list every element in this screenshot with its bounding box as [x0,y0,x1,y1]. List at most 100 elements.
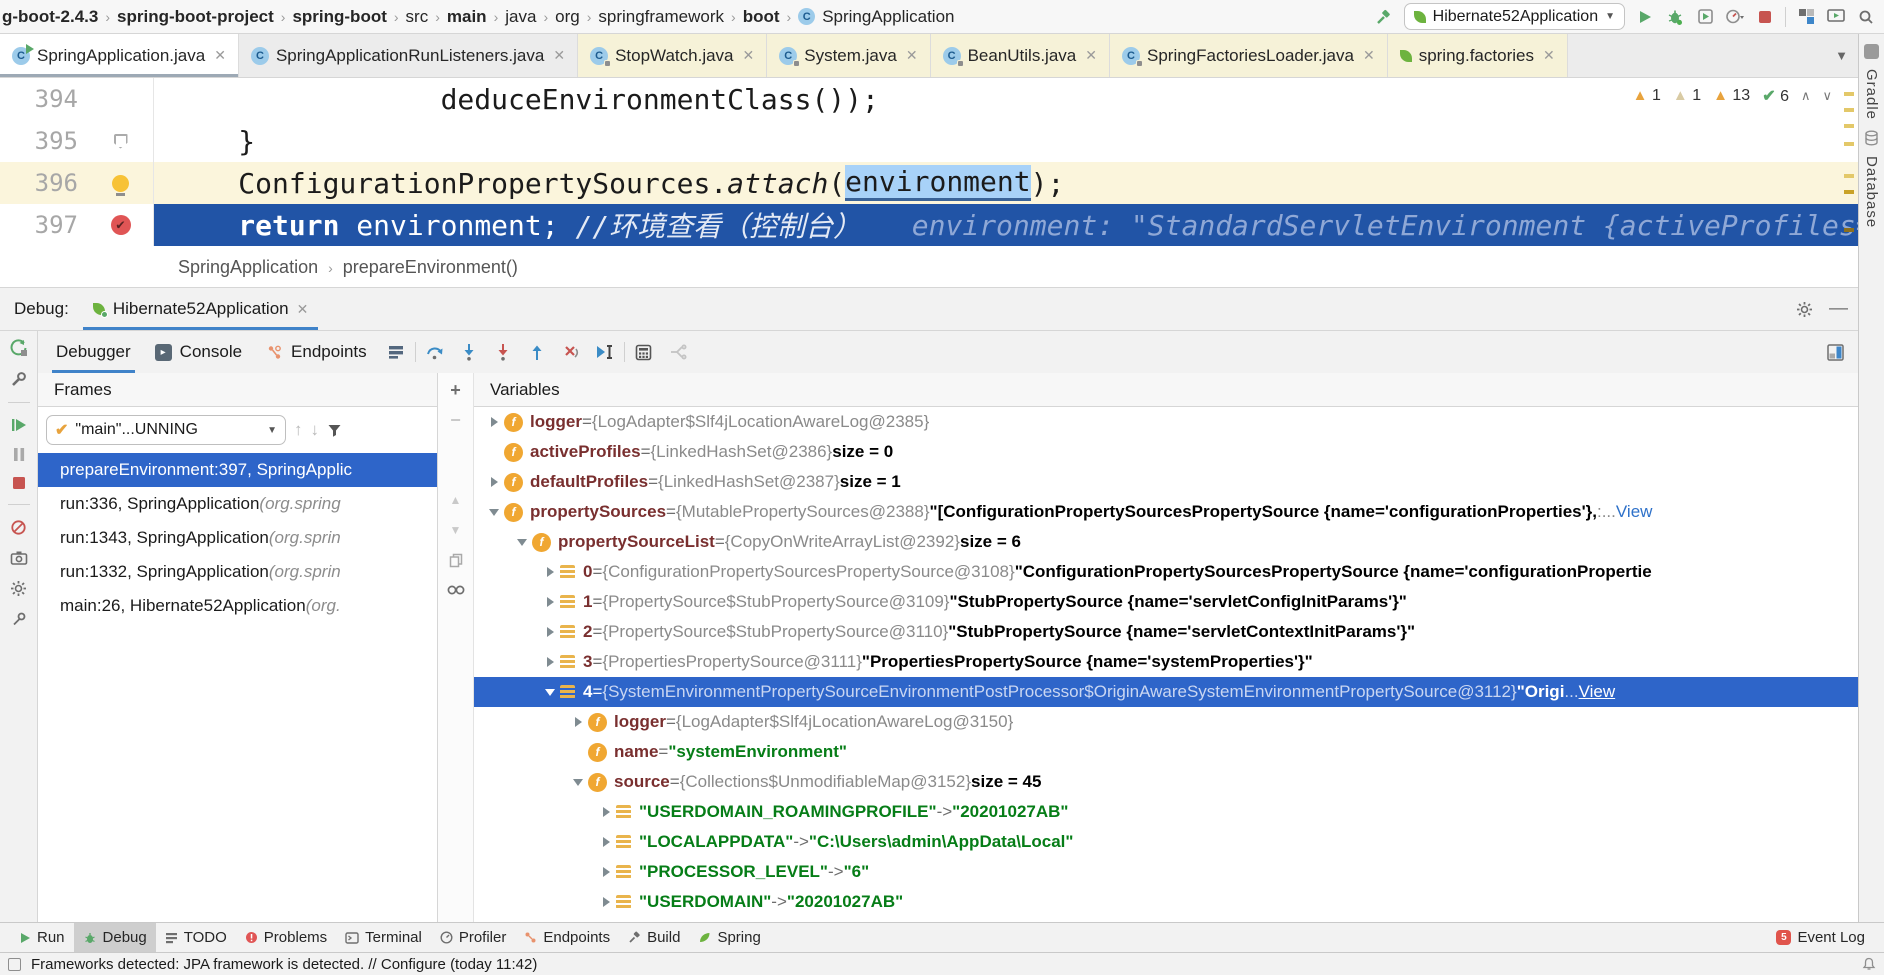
variable-row[interactable]: f propertySources = {MutablePropertySourc… [474,497,1858,527]
editor-tab[interactable]: C SpringApplicationRunListeners.java ✕ [239,34,579,77]
variable-row[interactable]: f logger = {LogAdapter$Slf4jLocationAware… [474,407,1858,437]
stop-button[interactable] [12,476,26,490]
step-into-button[interactable] [454,338,484,366]
breadcrumb-item[interactable]: SpringApplication [820,7,956,27]
toolwindow-button-database[interactable]: Database [1863,156,1880,228]
inspections-widget[interactable]: ▲ 1 ▲ 1 ▲ 13 ✔ 6 ∧ ∨ [1633,86,1832,106]
frame-row[interactable]: run:1332, SpringApplication (org.sprin [38,555,437,589]
frame-row[interactable]: main:26, Hibernate52Application (org. [38,589,437,623]
frame-row[interactable]: prepareEnvironment:397, SpringApplic [38,453,437,487]
breakpoint-icon[interactable]: ✔ [110,215,131,235]
breadcrumb-item[interactable]: spring-boot-project [115,7,276,27]
frame-row[interactable]: run:1343, SpringApplication (org.sprin [38,521,437,555]
breadcrumb-item[interactable]: main [445,7,489,27]
add-watch-icon[interactable]: + [450,381,461,399]
step-over-button[interactable] [420,338,450,366]
close-icon[interactable]: ✕ [743,47,755,64]
toolwindow-button-problems[interactable]: Problems [236,923,336,953]
gutter[interactable]: ✔ [88,204,154,246]
breadcrumb-item[interactable]: springframework [596,7,726,27]
gutter[interactable] [88,120,154,162]
tool-window-switcher-icon[interactable] [8,957,21,971]
breadcrumb-item[interactable]: java [503,7,538,27]
toolwindow-button-todo[interactable]: TODO [156,923,236,953]
variable-row[interactable]: f name = "systemEnvironment" [474,737,1858,767]
pin-icon[interactable] [11,611,27,627]
editor-tab[interactable]: C SpringFactoriesLoader.java ✕ [1109,34,1388,77]
duplicate-icon[interactable] [449,553,463,568]
editor-tab[interactable]: C System.java ✕ [767,34,931,77]
debug-session-tab[interactable]: Hibernate52Application ✕ [82,288,319,330]
settings-gear-icon[interactable] [10,580,27,597]
line-number[interactable]: 396 [0,169,88,197]
step-out-button[interactable] [522,338,552,366]
remove-watch-icon[interactable]: − [450,411,461,429]
code-editor[interactable]: 394 deduceEnvironmentClass()); 395 } 396 C… [0,78,1858,248]
toolwindow-button-profiler[interactable]: Profiler [431,923,516,953]
toolwindow-button-terminal[interactable]: Terminal [336,923,431,953]
chevron-collapsed-icon[interactable] [540,597,560,607]
close-icon[interactable]: ✕ [906,47,918,64]
variable-row[interactable]: 0 = {ConfigurationPropertySourcesPropert… [474,557,1858,587]
variable-row[interactable]: "PROCESSOR_LEVEL" -> "6" [474,857,1858,887]
chevron-expanded-icon[interactable] [568,778,588,786]
chevron-collapsed-icon[interactable] [568,717,588,727]
variable-row[interactable]: 1 = {PropertySource$StubPropertySource@3… [474,587,1858,617]
frame-row[interactable]: run:336, SpringApplication (org.spring [38,487,437,521]
prev-problem-icon[interactable]: ∧ [1801,88,1811,104]
toolwindow-button-build[interactable]: Build [619,923,689,953]
fold-marker-icon[interactable] [113,133,128,149]
view-link[interactable]: View [1616,502,1653,522]
stop-button[interactable] [1755,7,1775,27]
editor-line[interactable]: 397 ✔ return environment; //环境查看（控制台） env… [0,204,1858,246]
event-log-button[interactable]: 5 Event Log [1767,923,1874,953]
debug-button[interactable] [1665,7,1685,27]
evaluate-expression-button[interactable] [629,338,659,366]
force-step-into-button[interactable] [488,338,518,366]
variable-row[interactable]: f source = {Collections$UnmodifiableMap@3… [474,767,1858,797]
running-process-monitor-icon[interactable] [1826,7,1846,27]
breadcrumb-item[interactable]: src [404,7,431,27]
close-icon[interactable]: ✕ [1543,47,1555,64]
editor-line[interactable]: 394 deduceEnvironmentClass()); [0,78,1858,120]
variable-row[interactable]: 3 = {PropertiesPropertySource@3111} "Pro… [474,647,1858,677]
toolwindow-button-debug[interactable]: Debug [73,922,156,953]
tab-debugger[interactable]: Debugger [46,331,141,373]
move-up-icon[interactable]: ▲ [450,493,462,507]
editor-line[interactable]: 396 ConfigurationPropertySources. attach(… [0,162,1858,204]
tab-console[interactable]: ▸ Console [145,331,252,373]
hide-toolwindow-icon[interactable]: — [1829,298,1848,320]
chevron-collapsed-icon[interactable] [540,627,560,637]
variable-row[interactable]: f activeProfiles = {LinkedHashSet@2386} s… [474,437,1858,467]
chevron-expanded-icon[interactable] [512,538,532,546]
status-message[interactable]: Frameworks detected: JPA framework is de… [31,956,537,973]
screenshot-camera-icon[interactable] [10,550,28,566]
rerun-button[interactable] [10,339,28,357]
settings-gear-icon[interactable] [1796,301,1813,318]
chevron-collapsed-icon[interactable] [540,567,560,577]
variable-row[interactable]: f defaultProfiles = {LinkedHashSet@2387} … [474,467,1858,497]
variable-row[interactable]: 4 = {SystemEnvironmentPropertySourceEnvi… [474,677,1858,707]
toolwindow-button-spring[interactable]: Spring [689,923,769,953]
chevron-collapsed-icon[interactable] [484,477,504,487]
database-icon[interactable] [1864,130,1879,146]
chevron-collapsed-icon[interactable] [596,837,616,847]
editor-tab[interactable]: C SpringApplication.java ✕ [0,34,239,77]
drop-frame-button[interactable] [556,338,586,366]
mute-breakpoints-button[interactable] [10,519,27,536]
chevron-down-icon[interactable]: ▼ [1825,34,1858,77]
breadcrumb-item[interactable]: boot [741,7,782,27]
variable-row[interactable]: "USERDOMAIN" -> "20201027AB" [474,887,1858,917]
run-with-coverage-button[interactable] [1695,7,1715,27]
run-configuration-select[interactable]: Hibernate52Application ▼ [1403,3,1625,30]
gradle-icon[interactable] [1864,44,1879,59]
editor-tab[interactable]: C BeanUtils.java ✕ [930,34,1110,77]
toolwindow-button-gradle[interactable]: Gradle [1863,69,1880,120]
variable-row[interactable]: f logger = {LogAdapter$Slf4jLocationAware… [474,707,1858,737]
variable-row[interactable]: 2 = {PropertySource$StubPropertySource@3… [474,617,1858,647]
breadcrumb-class[interactable]: SpringApplication [178,257,318,278]
breadcrumb-item[interactable]: org [553,7,582,27]
chevron-collapsed-icon[interactable] [596,867,616,877]
editor-line[interactable]: 395 } [0,120,1858,162]
editor-tab[interactable]: C StopWatch.java ✕ [578,34,768,77]
